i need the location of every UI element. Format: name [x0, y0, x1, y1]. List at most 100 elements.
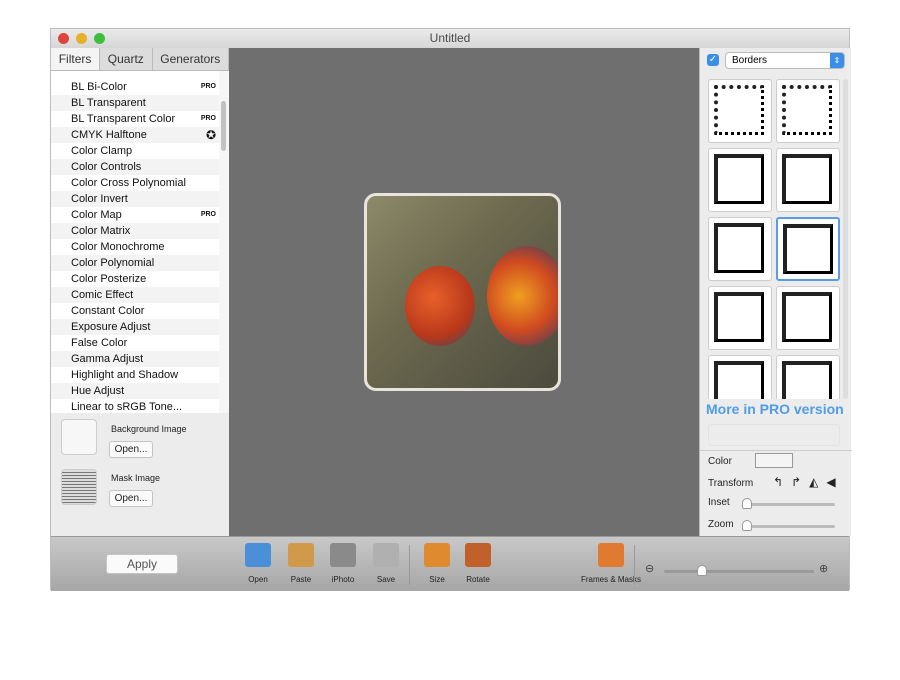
tool-label: Rotate	[466, 575, 490, 584]
filter-badge: PRO	[200, 83, 216, 90]
border-thumbnail[interactable]	[708, 148, 772, 212]
filter-item[interactable]: False Color	[51, 335, 219, 351]
filter-item[interactable]: Color Controls	[51, 159, 219, 175]
filter-item[interactable]: Hue Adjust	[51, 383, 219, 399]
filter-label: Color Controls	[71, 161, 142, 173]
filter-list: BL Bi-Color PRO BL Transparent BL Transpare…	[51, 71, 219, 413]
border-thumbnail[interactable]	[708, 355, 772, 399]
border-thumbnail[interactable]	[776, 355, 840, 399]
border-thumbnail[interactable]	[776, 148, 840, 212]
filter-item[interactable]: Constant Color	[51, 303, 219, 319]
flip-vertical-icon[interactable]: ◀	[826, 475, 843, 489]
rotate-tool-button[interactable]: Rotate	[456, 543, 500, 584]
filter-item[interactable]: Exposure Adjust	[51, 319, 219, 335]
iphoto-tool-button[interactable]: iPhoto	[321, 543, 365, 584]
open-icon	[245, 543, 271, 567]
zoom-in-icon[interactable]: ⊕	[819, 562, 828, 575]
rotate-left-icon[interactable]: ↰	[773, 475, 791, 489]
border-thumbnail[interactable]	[708, 286, 772, 350]
canvas-zoom-knob[interactable]	[696, 565, 707, 576]
minimize-button[interactable]	[76, 33, 87, 44]
filter-item[interactable]: Comic Effect	[51, 287, 219, 303]
filter-item[interactable]: Highlight and Shadow	[51, 367, 219, 383]
filter-label: Color Cross Polynomial	[71, 177, 186, 189]
border-thumbnail[interactable]	[708, 217, 772, 281]
filter-item[interactable]: Color Map PRO	[51, 207, 219, 223]
border-thumbnail[interactable]	[708, 79, 772, 143]
flip-horizontal-icon[interactable]: ◭	[809, 475, 826, 489]
filter-label: BL Transparent Color	[71, 113, 176, 125]
filter-item[interactable]: Color Clamp	[51, 143, 219, 159]
filter-item[interactable]: CMYK Halftone ✪	[51, 127, 219, 143]
paste-icon	[288, 543, 314, 567]
tool-label: Save	[376, 575, 396, 584]
paste-tool-button[interactable]: Paste	[279, 543, 323, 584]
rotate-right-icon[interactable]: ↱	[791, 475, 809, 489]
tab-generators[interactable]: Generators	[153, 48, 229, 70]
filter-label: BL Transparent	[71, 97, 146, 109]
filter-list-scrollbar[interactable]	[219, 71, 229, 413]
zoom-button[interactable]	[94, 33, 105, 44]
filter-label: Color Matrix	[71, 225, 131, 237]
filter-item[interactable]: Gamma Adjust	[51, 351, 219, 367]
filter-item[interactable]: BL Transparent	[51, 95, 219, 111]
color-well[interactable]	[755, 453, 793, 468]
mask-image-well[interactable]	[61, 469, 97, 505]
background-open-button[interactable]: Open...	[109, 441, 153, 458]
zoom-out-icon[interactable]: ⊖	[645, 562, 654, 575]
tab-quartz[interactable]: Quartz	[100, 48, 153, 70]
inset-slider[interactable]	[742, 498, 835, 509]
filter-label: CMYK Halftone	[71, 129, 147, 141]
filter-item[interactable]: Linear to sRGB Tone...	[51, 399, 219, 413]
size-tool-button[interactable]: Size	[415, 543, 459, 584]
transform-buttons[interactable]: ↰↱◭◀	[773, 475, 844, 489]
title-bar: Untitled	[51, 29, 849, 48]
pro-preview	[708, 424, 840, 446]
filter-item[interactable]: Color Matrix	[51, 223, 219, 239]
background-image-well[interactable]	[61, 419, 97, 455]
border-thumbnail[interactable]	[776, 79, 840, 143]
open-tool-button[interactable]: Open	[236, 543, 280, 584]
filter-label: Color Monochrome	[71, 241, 165, 253]
save-icon	[373, 543, 399, 567]
filter-label: Color Polynomial	[71, 257, 155, 269]
filter-label: Hue Adjust	[71, 385, 125, 397]
filter-item[interactable]: Color Invert	[51, 191, 219, 207]
tab-bar: Filters Quartz Generators	[51, 48, 229, 71]
image-canvas[interactable]	[229, 48, 699, 536]
tool-label: Open	[248, 575, 268, 584]
scroll-thumb[interactable]	[221, 101, 226, 151]
mask-image-label: Mask Image	[111, 473, 161, 483]
filter-item[interactable]: Color Cross Polynomial	[51, 175, 219, 191]
pro-version-link[interactable]: More in PRO version	[706, 401, 844, 417]
rotate-icon	[465, 543, 491, 567]
transform-label: Transform	[708, 478, 754, 489]
category-select[interactable]: Borders ⇕	[725, 52, 845, 69]
filter-item[interactable]: Color Monochrome	[51, 239, 219, 255]
thumbnails-scrollbar[interactable]	[843, 79, 848, 399]
save-tool-button[interactable]: Save	[364, 543, 408, 584]
canvas-zoom-slider[interactable]	[664, 565, 814, 576]
tab-filters[interactable]: Filters	[51, 48, 101, 70]
border-thumbnail[interactable]	[776, 286, 840, 350]
mask-open-button[interactable]: Open...	[109, 490, 153, 507]
border-zoom-slider-knob[interactable]	[742, 520, 752, 531]
filter-item[interactable]: BL Bi-Color PRO	[51, 79, 219, 95]
app-window: Untitled Filters Quartz Generators BL Bi…	[50, 28, 852, 591]
iphoto-icon	[330, 543, 356, 567]
apply-button[interactable]: Apply	[106, 554, 178, 574]
tool-label: Frames & Masks	[580, 575, 641, 584]
border-zoom-slider[interactable]	[742, 520, 835, 531]
inset-slider-knob[interactable]	[742, 498, 752, 509]
close-button[interactable]	[58, 33, 69, 44]
category-value: Borders	[732, 55, 768, 66]
frames-tool-button[interactable]: Frames & Masks	[576, 543, 646, 584]
border-thumbnail[interactable]	[776, 217, 840, 281]
filter-label: BL Bi-Color	[71, 81, 127, 93]
borders-checkbox[interactable]: ✓	[707, 54, 719, 66]
filter-item[interactable]: BL Transparent Color PRO	[51, 111, 219, 127]
tool-label: iPhoto	[331, 575, 355, 584]
filter-item[interactable]: Color Posterize	[51, 271, 219, 287]
filter-item[interactable]: Color Polynomial	[51, 255, 219, 271]
bottom-toolbar: Apply Open Paste iPhoto Save Size Rotate Frame…	[51, 536, 849, 591]
